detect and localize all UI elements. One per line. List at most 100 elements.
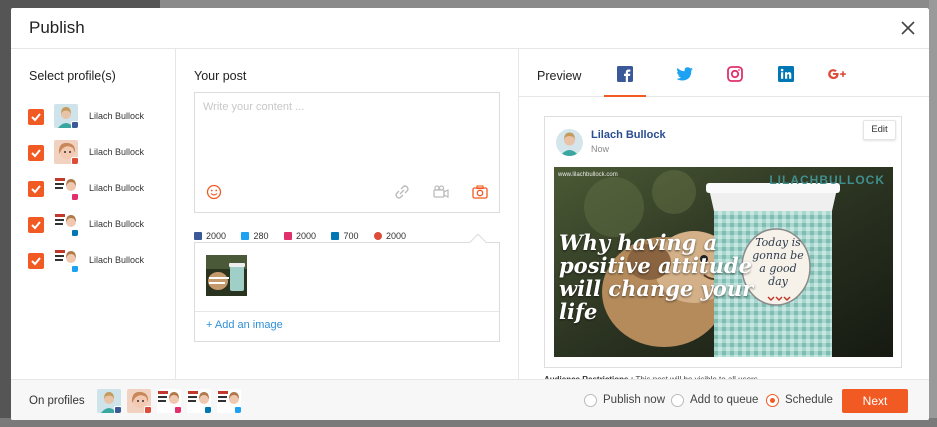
- tab-facebook[interactable]: [604, 64, 646, 97]
- instagram-icon: [727, 66, 743, 82]
- character-limits: 2000 280 2000 700 2000: [194, 227, 417, 241]
- on-profiles-label: On profiles: [29, 395, 85, 407]
- profile-row[interactable]: Lilach Bullock: [28, 212, 168, 238]
- tab-google-plus[interactable]: [826, 64, 852, 97]
- media-notch: [469, 233, 487, 251]
- modal-footer: On profiles Publish now Add to queue Sch…: [11, 379, 929, 420]
- profiles-heading: Select profile(s): [29, 69, 116, 83]
- google-plus-count: 2000: [373, 231, 406, 241]
- profile-name: Lilach Bullock: [89, 183, 145, 193]
- post-content-input[interactable]: [203, 101, 489, 113]
- add-to-queue-radio[interactable]: [671, 394, 684, 407]
- avatar: [217, 389, 241, 413]
- profile-checkbox[interactable]: [28, 181, 44, 197]
- preview-panel: Preview Lilach Bullock Now Edit www.lila…: [519, 49, 929, 384]
- image-caption: Why having a positive attitude will chan…: [559, 230, 754, 324]
- image-url-text: www.lilachbullock.com: [558, 172, 618, 178]
- facebook-icon: [114, 406, 121, 413]
- media-box: + Add an image: [194, 233, 500, 342]
- media-divider: [195, 311, 499, 312]
- camera-icon[interactable]: [472, 185, 488, 199]
- instagram-icon: [283, 231, 292, 240]
- twitter-count: 280: [241, 231, 269, 241]
- google-plus-icon: [71, 157, 78, 164]
- profile-checkbox[interactable]: [28, 217, 44, 233]
- linkedin-icon: [331, 231, 340, 240]
- avatar: [127, 389, 151, 413]
- video-icon[interactable]: [433, 185, 449, 199]
- profile-selector: Select profile(s) Lilach Bullock Lilach …: [11, 49, 176, 379]
- avatar: [54, 212, 78, 236]
- profile-name: Lilach Bullock: [89, 147, 145, 157]
- backdrop-strip-right: [929, 0, 937, 427]
- twitter-icon: [234, 406, 241, 413]
- avatar: [157, 389, 181, 413]
- add-to-queue-label: Add to queue: [690, 394, 759, 406]
- add-image-link[interactable]: + Add an image: [206, 319, 283, 331]
- emoji-icon[interactable]: [206, 184, 222, 200]
- google-plus-icon: [144, 406, 151, 413]
- google-plus-icon: [373, 231, 382, 240]
- tab-linkedin[interactable]: [778, 64, 804, 97]
- cup-text: Today is gonna be a good day: [752, 236, 804, 288]
- linkedin-count: 700: [331, 231, 358, 241]
- backdrop-strip-top: [160, 0, 937, 8]
- google-plus-icon: [828, 69, 846, 79]
- publish-modal: Publish Select profile(s) Lilach Bullock…: [11, 8, 929, 420]
- tab-instagram[interactable]: [727, 64, 753, 97]
- modal-title: Publish: [29, 18, 85, 37]
- twitter-icon: [71, 265, 78, 272]
- instagram-icon: [71, 193, 78, 200]
- avatar: [54, 140, 78, 164]
- instagram-count: 2000: [283, 231, 316, 241]
- media-thumbnail[interactable]: [206, 255, 247, 296]
- preview-profile-name: Lilach Bullock: [591, 129, 666, 141]
- profile-checkbox[interactable]: [28, 253, 44, 269]
- close-icon[interactable]: [899, 19, 917, 37]
- profile-row[interactable]: Lilach Bullock: [28, 140, 168, 166]
- instagram-icon: [174, 406, 181, 413]
- profile-row[interactable]: Lilach Bullock: [28, 176, 168, 202]
- profile-row[interactable]: Lilach Bullock: [28, 248, 168, 274]
- avatar: [97, 389, 121, 413]
- twitter-icon: [676, 67, 693, 81]
- avatar: [54, 104, 78, 128]
- profile-checkbox[interactable]: [28, 109, 44, 125]
- facebook-post-preview: Lilach Bullock Now Edit www.lilachbulloc…: [544, 116, 902, 368]
- profile-row[interactable]: Lilach Bullock: [28, 104, 168, 130]
- twitter-icon: [241, 231, 250, 240]
- post-image: www.lilachbullock.com LILACHBULLOCK Why …: [554, 167, 893, 357]
- selected-profiles: [97, 389, 247, 413]
- preview-tabs: Preview: [519, 49, 929, 97]
- next-button[interactable]: Next: [842, 389, 908, 413]
- publish-now-radio[interactable]: [584, 394, 597, 407]
- profile-name: Lilach Bullock: [89, 255, 145, 265]
- linkedin-icon: [778, 66, 794, 82]
- facebook-count: 2000: [194, 231, 226, 241]
- publish-now-label: Publish now: [603, 394, 666, 406]
- post-editor[interactable]: [194, 92, 500, 213]
- preview-timestamp: Now: [591, 144, 610, 154]
- preview-label: Preview: [537, 69, 582, 83]
- schedule-label: Schedule: [785, 394, 833, 406]
- post-heading: Your post: [194, 69, 247, 83]
- avatar: [556, 129, 583, 156]
- avatar: [54, 176, 78, 200]
- linkedin-icon: [204, 406, 211, 413]
- facebook-icon: [194, 231, 202, 240]
- modal-header: Publish: [11, 8, 929, 49]
- profile-name: Lilach Bullock: [89, 219, 145, 229]
- facebook-icon: [71, 121, 78, 128]
- linkedin-icon: [71, 229, 78, 236]
- edit-button[interactable]: Edit: [863, 120, 896, 140]
- link-icon[interactable]: [394, 185, 410, 199]
- facebook-icon: [617, 66, 633, 82]
- avatar: [187, 389, 211, 413]
- profile-checkbox[interactable]: [28, 145, 44, 161]
- schedule-radio[interactable]: [766, 394, 779, 407]
- image-brand-text: LILACHBULLOCK: [769, 173, 885, 187]
- profile-name: Lilach Bullock: [89, 111, 145, 121]
- avatar: [54, 248, 78, 272]
- post-composer: Your post 2000 280 2000 700 2000: [176, 49, 519, 379]
- tab-twitter[interactable]: [676, 64, 702, 97]
